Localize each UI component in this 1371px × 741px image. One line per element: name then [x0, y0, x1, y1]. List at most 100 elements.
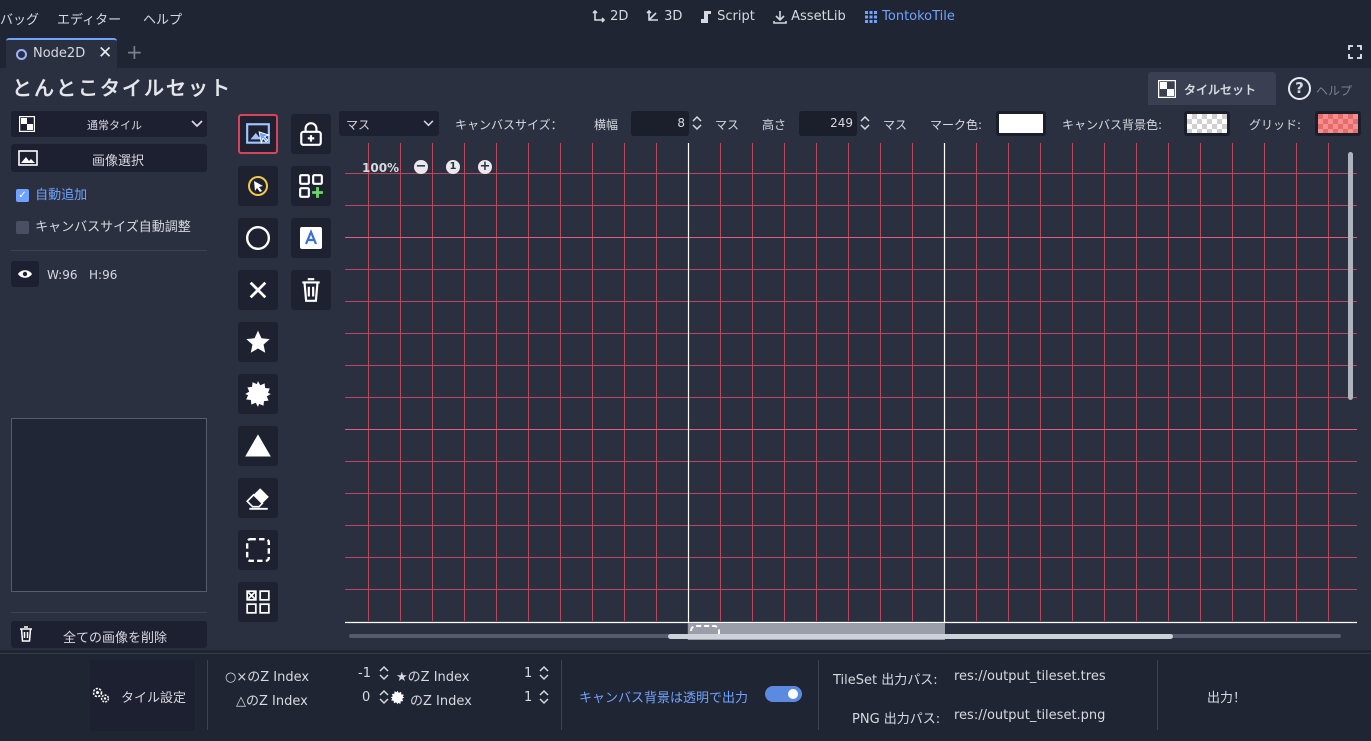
fullscreen-icon[interactable]: [1348, 45, 1362, 59]
add-tab-icon[interactable]: +: [126, 40, 143, 64]
add-tiles-icon: [299, 174, 323, 198]
eye-icon: [18, 270, 32, 278]
tool-star[interactable]: [238, 322, 278, 362]
grid-select-icon: [246, 590, 270, 614]
workspace-assetlib[interactable]: AssetLib: [773, 9, 846, 24]
tool-triangle[interactable]: [238, 426, 278, 466]
tile-settings-button[interactable]: タイル設定: [90, 660, 195, 731]
height-unit: マス: [883, 118, 908, 132]
tile-type-select[interactable]: 通常タイル: [11, 111, 207, 137]
menu-editor[interactable]: エディター: [57, 9, 121, 28]
tileset-path-value[interactable]: res://output_tileset.tres: [954, 669, 1106, 684]
height-spinbox[interactable]: 249: [799, 111, 857, 136]
select-image-button[interactable]: 画像選択: [11, 144, 207, 172]
auto-add-checkbox[interactable]: ✓ 自動追加: [16, 184, 87, 203]
auto-canvas-checkbox[interactable]: キャンバスサイズ自動調整: [16, 216, 191, 235]
transparent-bg-label: キャンバス背景は透明で出力: [579, 691, 749, 706]
transparent-bg-toggle[interactable]: [765, 686, 802, 702]
spin-arrows-icon[interactable]: [539, 665, 549, 681]
tool-lock-add[interactable]: [291, 114, 331, 154]
workspace-tontokotile[interactable]: TontokoTile: [864, 9, 955, 24]
tile-canvas[interactable]: 100% − 1 +: [345, 143, 1357, 640]
width-label: 横幅: [594, 118, 619, 132]
tool-grid-select[interactable]: [238, 582, 278, 622]
tile-type-value: 通常タイル: [87, 119, 142, 132]
tontokotile-icon: [865, 10, 877, 23]
3d-icon: [646, 9, 658, 21]
spin-arrows-icon[interactable]: [860, 115, 870, 131]
close-tab-icon[interactable]: ✕: [98, 43, 112, 63]
mark-color-picker[interactable]: [996, 111, 1046, 136]
tool-delete[interactable]: [291, 270, 331, 310]
top-bar: [0, 0, 1371, 36]
zoom-in-icon[interactable]: +: [478, 160, 492, 174]
grid-color-picker[interactable]: [1315, 111, 1361, 136]
z-triangle-value[interactable]: 0: [362, 690, 370, 705]
width-spinbox[interactable]: 8: [631, 111, 689, 136]
cross-icon: [249, 281, 267, 299]
menu-help[interactable]: ヘルプ: [143, 9, 182, 28]
spin-arrows-icon[interactable]: [379, 665, 389, 681]
pin-icon: [248, 176, 268, 196]
tool-cross[interactable]: [238, 270, 278, 310]
spin-arrows-icon[interactable]: [539, 689, 549, 705]
divider: [818, 660, 819, 730]
z-burst-value[interactable]: 1: [524, 690, 532, 705]
grid-overlay: [345, 143, 1357, 640]
workspace-script-label: Script: [717, 9, 755, 24]
delete-all-label: 全ての画像を削除: [63, 631, 168, 646]
workspace-script[interactable]: Script: [699, 9, 755, 24]
tab-tileset-label: タイルセット: [1184, 83, 1257, 97]
workspace-3d[interactable]: 3D: [646, 9, 682, 24]
z-circle-x-label: ○×のZ Index: [225, 670, 310, 685]
tab-help[interactable]: ? ヘルプ: [1282, 72, 1368, 105]
z-triangle-label: △のZ Index: [236, 694, 308, 709]
bg-color-picker[interactable]: [1184, 111, 1230, 136]
png-path-label: PNG 出力パス:: [852, 712, 941, 727]
workspace-2d[interactable]: 2D: [592, 9, 628, 24]
divider: [561, 660, 562, 730]
image-visibility-toggle[interactable]: [11, 261, 39, 287]
tool-rect-select[interactable]: [238, 530, 278, 570]
tool-circle[interactable]: [238, 218, 278, 258]
divider: [11, 250, 207, 251]
horizontal-scrollbar[interactable]: [668, 634, 1173, 639]
tool-add-tiles[interactable]: [291, 166, 331, 206]
plugin-title: とんとこタイルセット: [12, 76, 232, 100]
text-a-icon: [300, 227, 322, 249]
grid-color-swatch: [1318, 114, 1358, 133]
zoom-reset-button[interactable]: 1: [446, 160, 460, 174]
png-path-value[interactable]: res://output_tileset.png: [954, 708, 1105, 723]
height-value: 249: [830, 116, 853, 130]
trash-icon: [302, 278, 320, 302]
spin-arrows-icon[interactable]: [379, 689, 389, 705]
unit-select[interactable]: マス: [339, 111, 439, 136]
tool-image-cursor[interactable]: [238, 114, 278, 154]
width-value: 8: [677, 116, 685, 130]
tool-text[interactable]: [291, 218, 331, 258]
question-icon: ?: [1288, 77, 1311, 100]
trash-icon: [20, 626, 32, 642]
divider: [11, 612, 207, 613]
zoom-out-icon[interactable]: −: [414, 160, 428, 174]
z-star-value[interactable]: 1: [524, 666, 532, 681]
image-icon: [18, 150, 38, 166]
star-icon: [246, 330, 270, 353]
z-star-label: ★のZ Index: [396, 670, 470, 685]
menu-debug[interactable]: バッグ: [0, 9, 39, 28]
delete-all-images-button[interactable]: 全ての画像を削除: [11, 621, 207, 648]
workspace-assetlib-label: AssetLib: [791, 9, 846, 24]
tool-burst[interactable]: [238, 374, 278, 414]
triangle-icon: [245, 434, 271, 457]
spin-arrows-icon[interactable]: [692, 115, 702, 131]
tool-pin[interactable]: [238, 166, 278, 206]
canvas-size-label: キャンバスサイズ：: [455, 118, 563, 132]
tool-eraser[interactable]: [238, 478, 278, 518]
scene-tab[interactable]: Node2D ✕: [6, 38, 117, 68]
vertical-scrollbar[interactable]: [1348, 152, 1353, 400]
export-button[interactable]: 出力！: [1162, 660, 1292, 730]
select-image-label: 画像選択: [92, 154, 145, 169]
z-circle-x-value[interactable]: -1: [358, 666, 371, 681]
tab-tileset[interactable]: タイルセット: [1148, 72, 1276, 105]
zoom-level: 100%: [362, 161, 400, 175]
